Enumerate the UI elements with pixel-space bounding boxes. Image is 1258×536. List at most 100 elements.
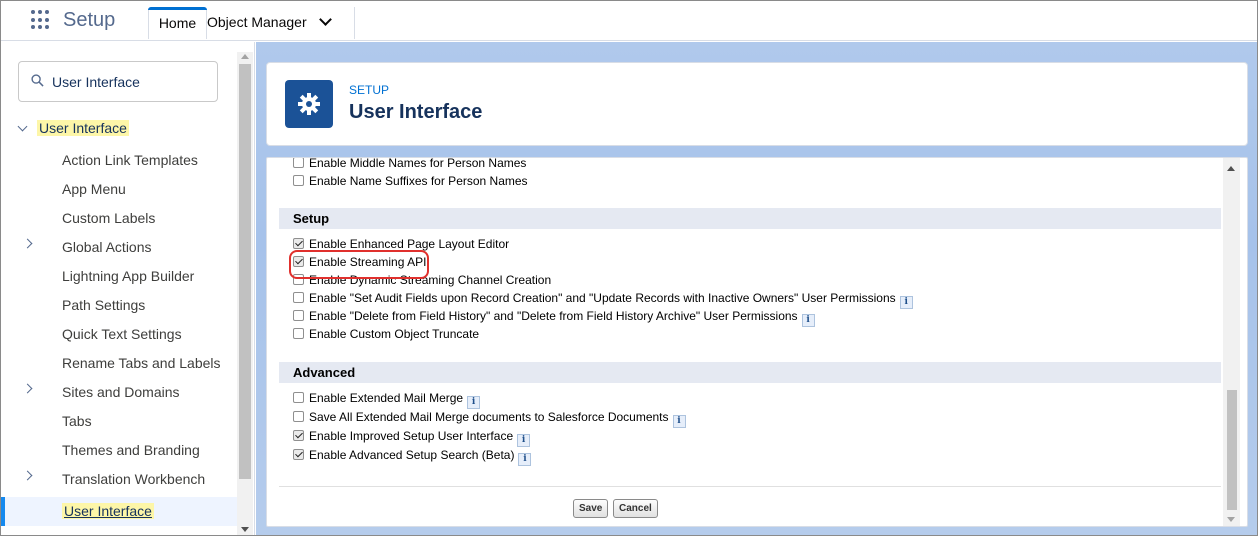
sidebar-item-label: Sites and Domains bbox=[62, 384, 180, 400]
sidebar-item-global-actions[interactable]: Global Actions bbox=[1, 233, 237, 262]
settings-form: Enable Middle Names for Person Names Ena… bbox=[279, 157, 1221, 526]
sidebar-item-label: Path Settings bbox=[62, 297, 146, 313]
scroll-down-arrow-icon[interactable] bbox=[241, 527, 249, 532]
sidebar-item-label: Tabs bbox=[62, 413, 92, 429]
info-icon[interactable]: i bbox=[801, 314, 815, 327]
setting-label: Save All Extended Mail Merge documents t… bbox=[309, 410, 669, 424]
setting-checkbox[interactable] bbox=[293, 175, 304, 186]
chevron-right-icon[interactable] bbox=[22, 383, 33, 394]
main-content: SETUP User Interface Enable Middle Names… bbox=[256, 42, 1257, 535]
setting-label: Enable Dynamic Streaming Channel Creatio… bbox=[309, 273, 552, 287]
scroll-thumb[interactable] bbox=[1227, 390, 1237, 510]
section-header-setup: Setup bbox=[279, 208, 1221, 229]
setting-checkbox[interactable] bbox=[293, 274, 304, 285]
setting-row: Enable Middle Names for Person Names bbox=[293, 157, 527, 172]
sidebar-item-tabs[interactable]: Tabs bbox=[1, 407, 237, 436]
scroll-down-arrow-icon[interactable] bbox=[1227, 517, 1235, 522]
setting-label: Enable "Delete from Field History" and "… bbox=[309, 309, 798, 323]
sidebar-item-app-menu[interactable]: App Menu bbox=[1, 175, 237, 204]
setting-row: Enable "Set Audit Fields upon Record Cre… bbox=[293, 289, 913, 309]
setting-label: Enable Advanced Setup Search (Beta) bbox=[309, 448, 515, 462]
settings-panel: Enable Middle Names for Person Names Ena… bbox=[266, 157, 1248, 527]
cancel-button[interactable]: Cancel bbox=[613, 499, 658, 518]
sidebar-item-path-settings[interactable]: Path Settings bbox=[1, 291, 237, 320]
setting-checkbox[interactable] bbox=[293, 238, 304, 249]
chevron-down-icon[interactable] bbox=[17, 121, 28, 132]
tab-object-manager[interactable]: Object Manager bbox=[207, 7, 355, 39]
setting-label: Enable Streaming API bbox=[309, 255, 427, 269]
setting-checkbox[interactable] bbox=[293, 449, 304, 460]
setting-label: Enable Improved Setup User Interface bbox=[309, 429, 514, 443]
setting-row: Enable Extended Mail Merge i bbox=[293, 389, 481, 409]
sidebar-item-label: Quick Text Settings bbox=[62, 326, 182, 342]
setting-checkbox[interactable] bbox=[293, 411, 304, 422]
sidebar-item-custom-labels[interactable]: Custom Labels bbox=[1, 204, 237, 233]
sidebar-item-translation-workbench[interactable]: Translation Workbench bbox=[1, 465, 237, 494]
sidebar-item-label: Rename Tabs and Labels bbox=[62, 355, 221, 371]
scroll-thumb[interactable] bbox=[239, 64, 251, 479]
scroll-up-arrow-icon[interactable] bbox=[241, 54, 249, 59]
setting-label: Enable Extended Mail Merge bbox=[309, 391, 464, 405]
sidebar-item-rename-tabs-and-labels[interactable]: Rename Tabs and Labels bbox=[1, 349, 237, 378]
setting-row: Enable "Delete from Field History" and "… bbox=[293, 307, 815, 327]
tab-home[interactable]: Home bbox=[148, 7, 207, 39]
setting-row-streaming-api: Enable Streaming API bbox=[293, 253, 426, 271]
setting-label: Enable Custom Object Truncate bbox=[309, 327, 480, 341]
setting-label: Enable Middle Names for Person Names bbox=[309, 157, 527, 170]
scroll-up-arrow-icon[interactable] bbox=[1227, 166, 1235, 171]
setting-row: Enable Enhanced Page Layout Editor bbox=[293, 235, 509, 253]
page-title: User Interface bbox=[349, 101, 483, 123]
search-icon bbox=[31, 74, 44, 87]
sidebar-item-quick-text-settings[interactable]: Quick Text Settings bbox=[1, 320, 237, 349]
setting-row: Save All Extended Mail Merge documents t… bbox=[293, 408, 686, 428]
setting-row: Enable Improved Setup User Interface i bbox=[293, 427, 531, 447]
sidebar-item-lightning-app-builder[interactable]: Lightning App Builder bbox=[1, 262, 237, 291]
chevron-down-icon[interactable] bbox=[318, 13, 332, 26]
info-icon[interactable]: i bbox=[518, 453, 532, 466]
sidebar-item-label: Action Link Templates bbox=[62, 152, 198, 168]
nav-group-label: User Interface bbox=[37, 120, 129, 136]
tab-object-manager-label: Object Manager bbox=[207, 14, 307, 30]
sidebar-item-themes-and-branding[interactable]: Themes and Branding bbox=[1, 436, 237, 465]
quick-find-input[interactable]: User Interface bbox=[18, 61, 218, 102]
sidebar-item-label: User Interface bbox=[62, 503, 154, 519]
setting-checkbox[interactable] bbox=[293, 430, 304, 441]
setup-sidebar: User Interface User Interface Action Lin… bbox=[1, 42, 255, 535]
sidebar-item-label: Translation Workbench bbox=[62, 471, 206, 487]
app-name: Setup bbox=[63, 9, 116, 31]
sidebar-scrollbar[interactable] bbox=[237, 52, 253, 535]
setting-row: Enable Dynamic Streaming Channel Creatio… bbox=[293, 271, 551, 289]
chevron-right-icon[interactable] bbox=[22, 470, 33, 481]
section-header-advanced: Advanced bbox=[279, 362, 1221, 383]
sidebar-item-action-link-templates[interactable]: Action Link Templates bbox=[1, 146, 237, 175]
global-header: Setup Home Object Manager bbox=[1, 1, 1257, 41]
page-header: SETUP User Interface bbox=[266, 62, 1248, 146]
info-icon[interactable]: i bbox=[672, 415, 686, 428]
setting-row: Enable Name Suffixes for Person Names bbox=[293, 172, 528, 190]
setting-checkbox[interactable] bbox=[293, 310, 304, 321]
sidebar-item-label: App Menu bbox=[62, 181, 126, 197]
sidebar-item-label: Custom Labels bbox=[62, 210, 156, 226]
setting-label: Enable Enhanced Page Layout Editor bbox=[309, 237, 510, 251]
chevron-right-icon[interactable] bbox=[22, 238, 33, 249]
setting-row: Enable Advanced Setup Search (Beta) i bbox=[293, 446, 532, 466]
setting-checkbox[interactable] bbox=[293, 292, 304, 303]
info-icon[interactable]: i bbox=[899, 296, 913, 309]
setting-checkbox[interactable] bbox=[293, 158, 304, 168]
sidebar-item-label: Global Actions bbox=[62, 239, 152, 255]
sidebar-item-sites-and-domains[interactable]: Sites and Domains bbox=[1, 378, 237, 407]
sidebar-item-label: Lightning App Builder bbox=[62, 268, 195, 284]
setup-gear-icon bbox=[285, 80, 333, 128]
button-bar: Save Cancel bbox=[279, 486, 1221, 526]
setting-checkbox[interactable] bbox=[293, 392, 304, 403]
sidebar-item-user-interface[interactable]: User Interface bbox=[1, 497, 237, 526]
quick-find-value: User Interface bbox=[52, 74, 140, 90]
setting-label: Enable "Set Audit Fields upon Record Cre… bbox=[309, 291, 896, 305]
setting-label: Enable Name Suffixes for Person Names bbox=[309, 174, 528, 188]
setting-checkbox[interactable] bbox=[293, 328, 304, 339]
setting-row: Enable Custom Object Truncate bbox=[293, 325, 479, 343]
setting-checkbox[interactable] bbox=[293, 256, 304, 267]
app-launcher-icon[interactable] bbox=[31, 10, 51, 30]
settings-scrollbar[interactable] bbox=[1223, 158, 1240, 526]
save-button[interactable]: Save bbox=[573, 499, 609, 518]
